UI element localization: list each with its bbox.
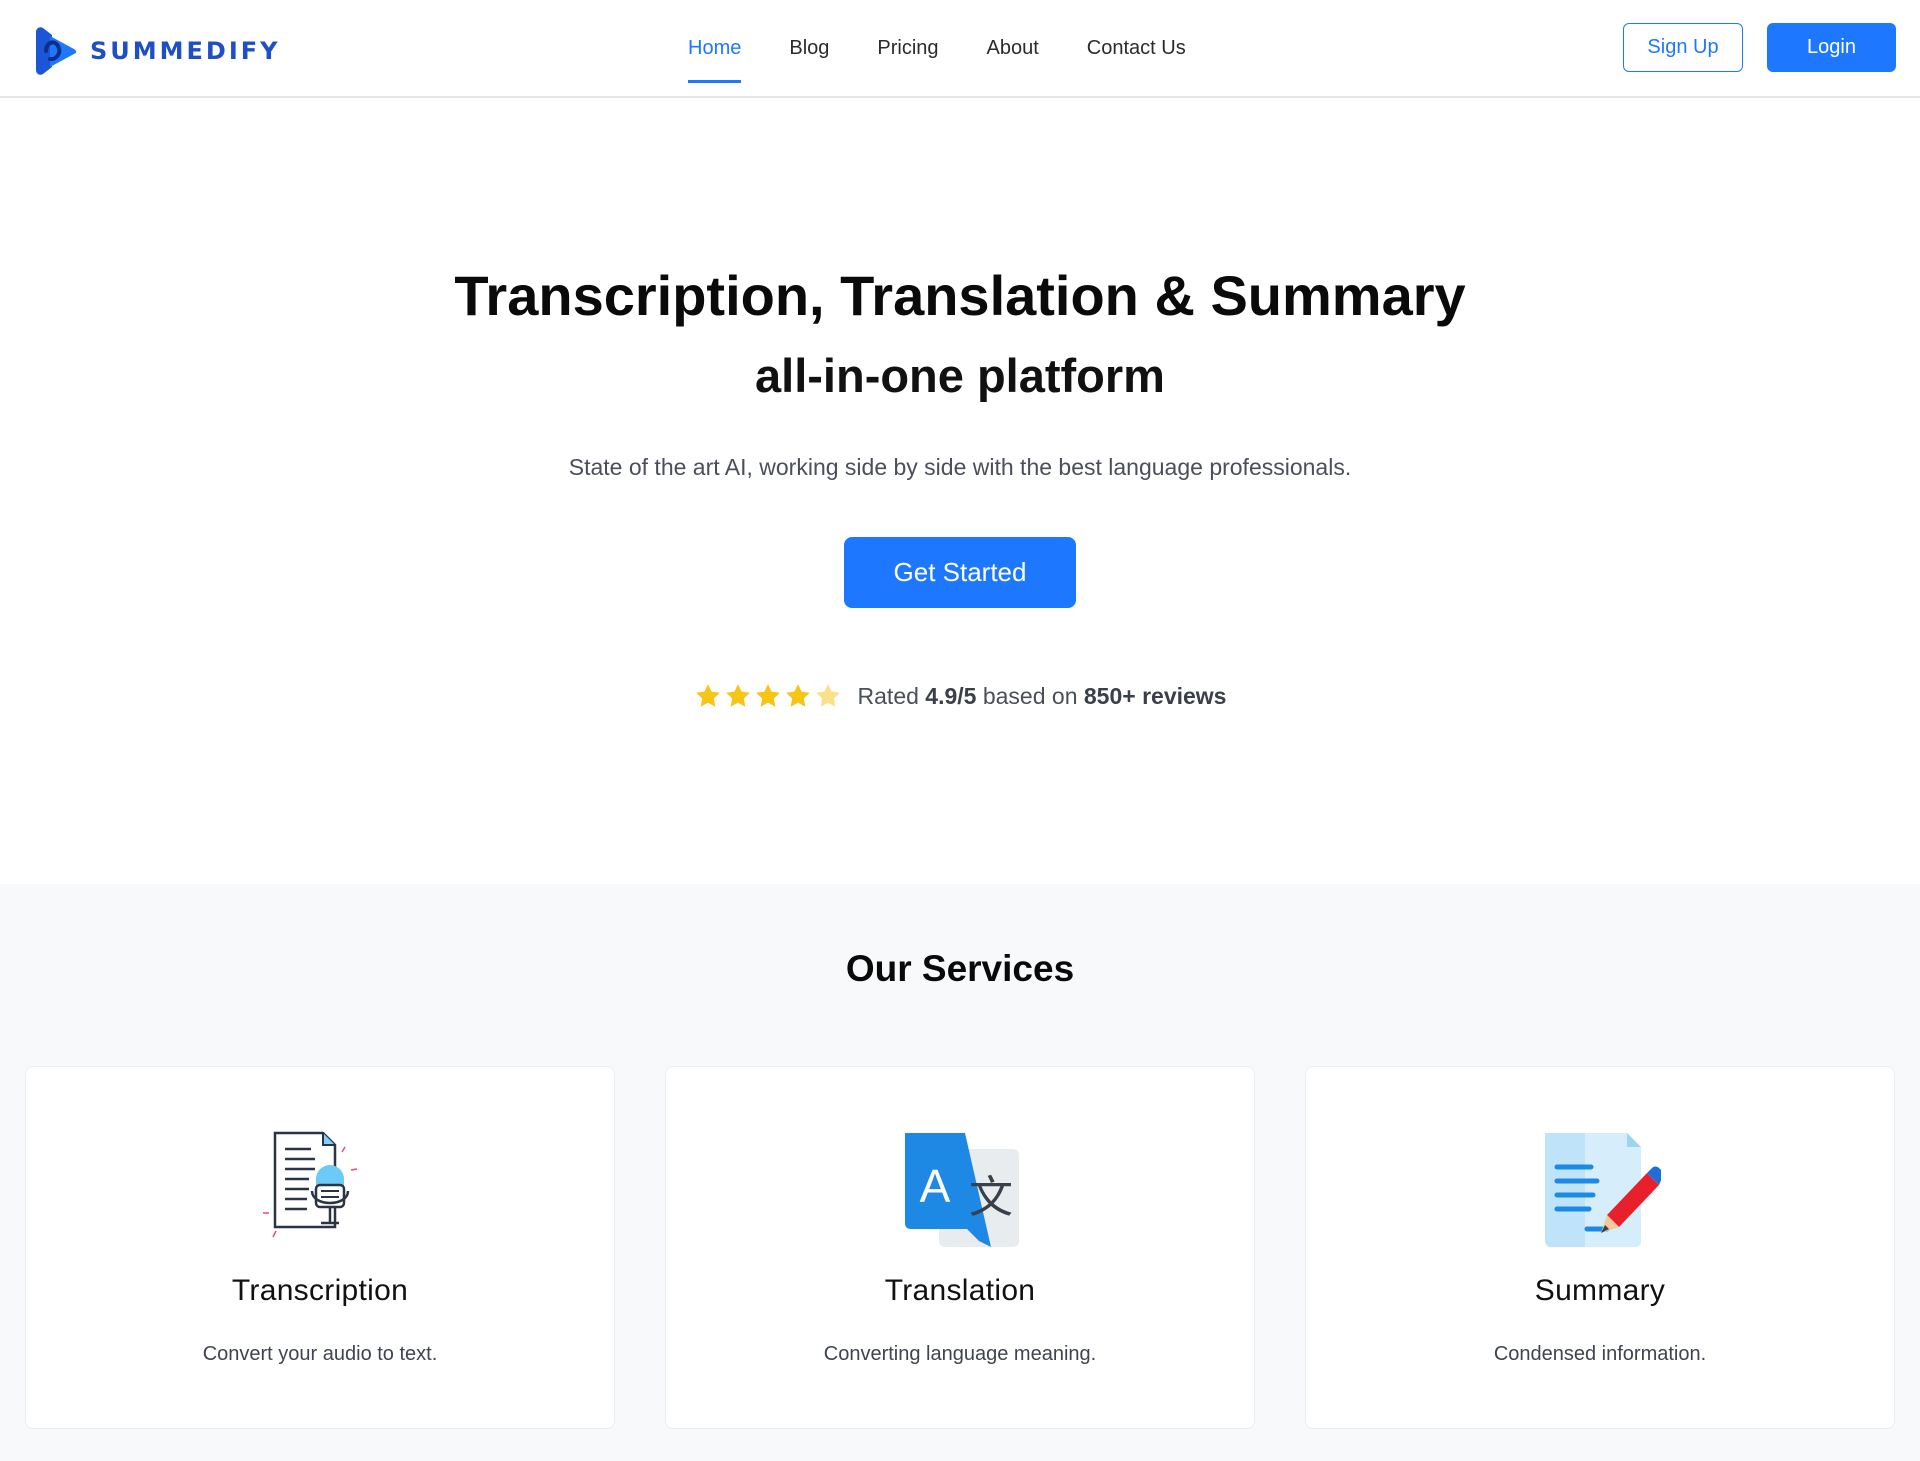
- service-title: Translation: [884, 1274, 1036, 1307]
- hero-title: Transcription, Translation & Summary: [454, 264, 1466, 327]
- star-icon: [695, 684, 720, 707]
- services-section: Our Services Transcription Convert your …: [0, 884, 1920, 1461]
- brand-logo[interactable]: SUMMEDIFY: [32, 26, 281, 76]
- nav-item-pricing[interactable]: Pricing: [877, 0, 938, 96]
- services-title: Our Services: [845, 948, 1075, 989]
- service-card-translation[interactable]: A 文 Translation Converting language mean…: [665, 1066, 1255, 1429]
- main-nav: Home Blog Pricing About Contact Us: [688, 0, 1186, 96]
- brand-name: SUMMEDIFY: [90, 37, 281, 65]
- service-description: Convert your audio to text.: [202, 1343, 438, 1365]
- service-description: Condensed information.: [1493, 1343, 1707, 1365]
- sign-up-button[interactable]: Sign Up: [1623, 23, 1743, 72]
- svg-text:A: A: [920, 1160, 951, 1212]
- star-rating: [694, 682, 844, 710]
- rating-middle: based on: [982, 682, 1078, 709]
- nav-item-about[interactable]: About: [987, 0, 1039, 96]
- hero-description: State of the art AI, working side by sid…: [568, 454, 1352, 480]
- rating-reviews: 850+ reviews: [1083, 682, 1227, 709]
- service-title: Transcription: [231, 1274, 409, 1307]
- service-title: Summary: [1534, 1274, 1666, 1307]
- service-card-transcription[interactable]: Transcription Convert your audio to text…: [25, 1066, 615, 1429]
- star-icon: [755, 684, 780, 707]
- star-icon: [725, 684, 750, 707]
- top-navbar: SUMMEDIFY Home Blog Pricing About Contac…: [0, 0, 1920, 98]
- nav-item-home[interactable]: Home: [688, 0, 742, 96]
- translate-icon: A 文: [905, 1133, 1019, 1247]
- rating-score: 4.9/5: [925, 682, 977, 709]
- login-button[interactable]: Login: [1767, 23, 1896, 72]
- document-microphone-icon: [263, 1131, 358, 1238]
- hero-subtitle: all-in-one platform: [755, 349, 1165, 402]
- document-pencil-icon: [1545, 1133, 1661, 1247]
- rating-text: Rated 4.9/5 based on 850+ reviews: [858, 683, 1227, 710]
- nav-item-blog[interactable]: Blog: [789, 0, 829, 96]
- rating-prefix: Rated: [857, 682, 919, 709]
- nav-item-contact[interactable]: Contact Us: [1087, 0, 1186, 96]
- star-half-icon: [815, 684, 840, 707]
- play-wave-logo-icon: [36, 27, 77, 75]
- rating-summary: Rated 4.9/5 based on 850+ reviews: [0, 682, 1920, 710]
- service-card-summary[interactable]: Summary Condensed information.: [1305, 1066, 1895, 1429]
- service-description: Converting language meaning.: [823, 1343, 1097, 1365]
- svg-text:文: 文: [969, 1172, 1013, 1223]
- star-icon: [785, 684, 810, 707]
- get-started-button[interactable]: Get Started: [844, 537, 1076, 608]
- hero-section: Transcription, Translation & Summary all…: [0, 98, 1920, 884]
